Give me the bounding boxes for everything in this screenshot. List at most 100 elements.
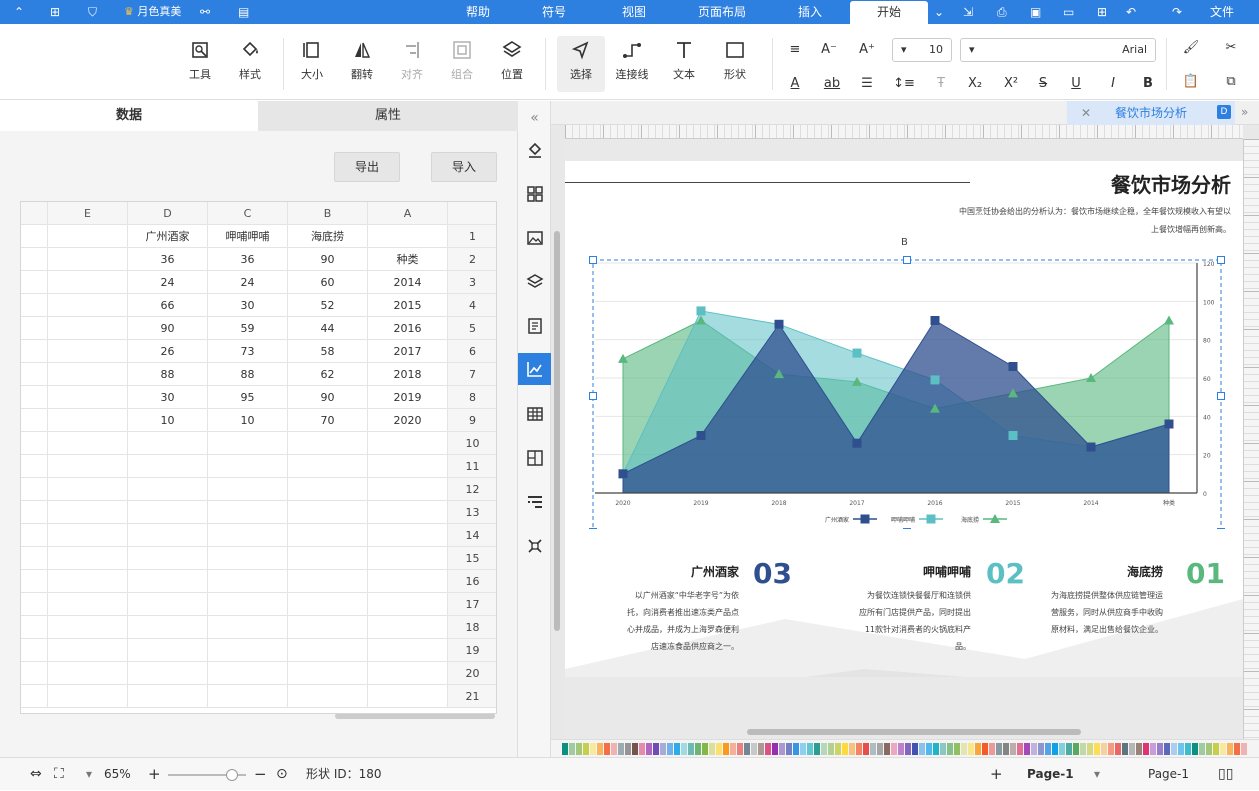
- color-swatch[interactable]: [604, 743, 610, 755]
- table-cell[interactable]: [128, 432, 208, 455]
- color-swatch[interactable]: [625, 743, 631, 755]
- data-point[interactable]: [1164, 419, 1174, 429]
- font-grow-icon[interactable]: A⁺: [856, 40, 878, 60]
- table-cell[interactable]: 24: [128, 271, 208, 294]
- color-swatch[interactable]: [1122, 743, 1128, 755]
- color-palette[interactable]: [551, 739, 1259, 757]
- table-cell[interactable]: 70: [288, 409, 368, 432]
- color-swatch[interactable]: [1199, 743, 1205, 755]
- color-swatch[interactable]: [1010, 743, 1016, 755]
- table-cell[interactable]: 90: [288, 386, 368, 409]
- resize-handle[interactable]: [1217, 392, 1225, 400]
- canvas-horizontal-scrollbar[interactable]: [747, 729, 1081, 735]
- undo-icon[interactable]: ↶: [1126, 0, 1136, 24]
- org-chart-icon[interactable]: [522, 445, 547, 470]
- group-button[interactable]: 组合: [444, 40, 480, 82]
- color-swatch[interactable]: [996, 743, 1002, 755]
- color-swatch[interactable]: [1234, 743, 1240, 755]
- close-tab-icon[interactable]: ✕: [1081, 101, 1091, 125]
- bullet-list-icon[interactable]: ☰: [856, 74, 878, 94]
- row-header[interactable]: 21: [448, 685, 496, 708]
- subscript-icon[interactable]: X₂: [964, 74, 986, 94]
- color-swatch[interactable]: [576, 743, 582, 755]
- zoom-in-icon[interactable]: +: [148, 758, 161, 791]
- copy-icon[interactable]: ⧉: [1220, 72, 1242, 92]
- color-swatch[interactable]: [835, 743, 841, 755]
- paste-icon[interactable]: 📋: [1180, 72, 1202, 92]
- column-header[interactable]: A: [368, 202, 448, 225]
- color-swatch[interactable]: [688, 743, 694, 755]
- table-cell[interactable]: [288, 524, 368, 547]
- table-cell[interactable]: [48, 248, 128, 271]
- redo-icon[interactable]: ↷: [1172, 0, 1182, 24]
- color-swatch[interactable]: [1129, 743, 1135, 755]
- color-swatch[interactable]: [590, 743, 596, 755]
- cut-icon[interactable]: ✂: [1220, 38, 1242, 58]
- color-swatch[interactable]: [772, 743, 778, 755]
- color-swatch[interactable]: [1101, 743, 1107, 755]
- color-swatch[interactable]: [954, 743, 960, 755]
- table-cell[interactable]: [21, 616, 48, 639]
- row-header[interactable]: 12: [448, 478, 496, 501]
- table-cell[interactable]: [48, 593, 128, 616]
- bold-icon[interactable]: B: [1138, 74, 1158, 94]
- table-cell[interactable]: [368, 616, 448, 639]
- row-header[interactable]: 14: [448, 524, 496, 547]
- color-swatch[interactable]: [779, 743, 785, 755]
- color-swatch[interactable]: [828, 743, 834, 755]
- table-cell[interactable]: [128, 570, 208, 593]
- table-cell[interactable]: [21, 386, 48, 409]
- line-spacing-icon[interactable]: ↕≡: [893, 74, 915, 94]
- color-swatch[interactable]: [884, 743, 890, 755]
- color-swatch[interactable]: [1220, 743, 1226, 755]
- resize-handle[interactable]: [589, 392, 597, 400]
- row-header[interactable]: 11: [448, 455, 496, 478]
- color-swatch[interactable]: [905, 743, 911, 755]
- row-header[interactable]: 13: [448, 501, 496, 524]
- table-icon[interactable]: [522, 401, 547, 426]
- table-cell[interactable]: 广州酒家: [128, 225, 208, 248]
- table-cell[interactable]: [21, 662, 48, 685]
- data-grid[interactable]: ABCDEF1海底捞呷哺呷哺广州酒家2种类9036363201460242442…: [20, 201, 497, 714]
- table-cell[interactable]: [21, 455, 48, 478]
- table-cell[interactable]: [208, 685, 288, 708]
- table-cell[interactable]: 66: [128, 294, 208, 317]
- color-swatch[interactable]: [912, 743, 918, 755]
- color-swatch[interactable]: [681, 743, 687, 755]
- fullscreen-icon[interactable]: ⛶: [54, 758, 64, 791]
- table-cell[interactable]: [288, 639, 368, 662]
- table-cell[interactable]: [208, 570, 288, 593]
- color-swatch[interactable]: [919, 743, 925, 755]
- color-swatch[interactable]: [933, 743, 939, 755]
- table-cell[interactable]: [368, 639, 448, 662]
- color-swatch[interactable]: [709, 743, 715, 755]
- row-header[interactable]: 1: [448, 225, 496, 248]
- table-cell[interactable]: 10: [128, 409, 208, 432]
- color-swatch[interactable]: [695, 743, 701, 755]
- color-swatch[interactable]: [856, 743, 862, 755]
- color-swatch[interactable]: [1003, 743, 1009, 755]
- table-cell[interactable]: [48, 685, 128, 708]
- table-cell[interactable]: [128, 593, 208, 616]
- row-header[interactable]: 5: [448, 317, 496, 340]
- tab-view[interactable]: 视图: [622, 0, 646, 24]
- color-swatch[interactable]: [842, 743, 848, 755]
- resize-handle[interactable]: [1217, 528, 1225, 530]
- import-button[interactable]: 导入: [431, 152, 497, 182]
- table-cell[interactable]: 2016: [368, 317, 448, 340]
- table-cell[interactable]: [21, 685, 48, 708]
- row-header[interactable]: 17: [448, 593, 496, 616]
- table-cell[interactable]: 62: [288, 363, 368, 386]
- color-swatch[interactable]: [1031, 743, 1037, 755]
- data-point[interactable]: [1008, 431, 1018, 440]
- row-header[interactable]: 19: [448, 639, 496, 662]
- color-swatch[interactable]: [1017, 743, 1023, 755]
- color-swatch[interactable]: [1136, 743, 1142, 755]
- table-cell[interactable]: [21, 639, 48, 662]
- font-family-select[interactable]: ▾ Arial: [960, 38, 1156, 62]
- play-icon[interactable]: ⊙: [276, 758, 288, 791]
- column-header[interactable]: F: [21, 202, 48, 225]
- data-point[interactable]: [696, 431, 706, 440]
- color-swatch[interactable]: [667, 743, 673, 755]
- image-icon[interactable]: [522, 225, 547, 250]
